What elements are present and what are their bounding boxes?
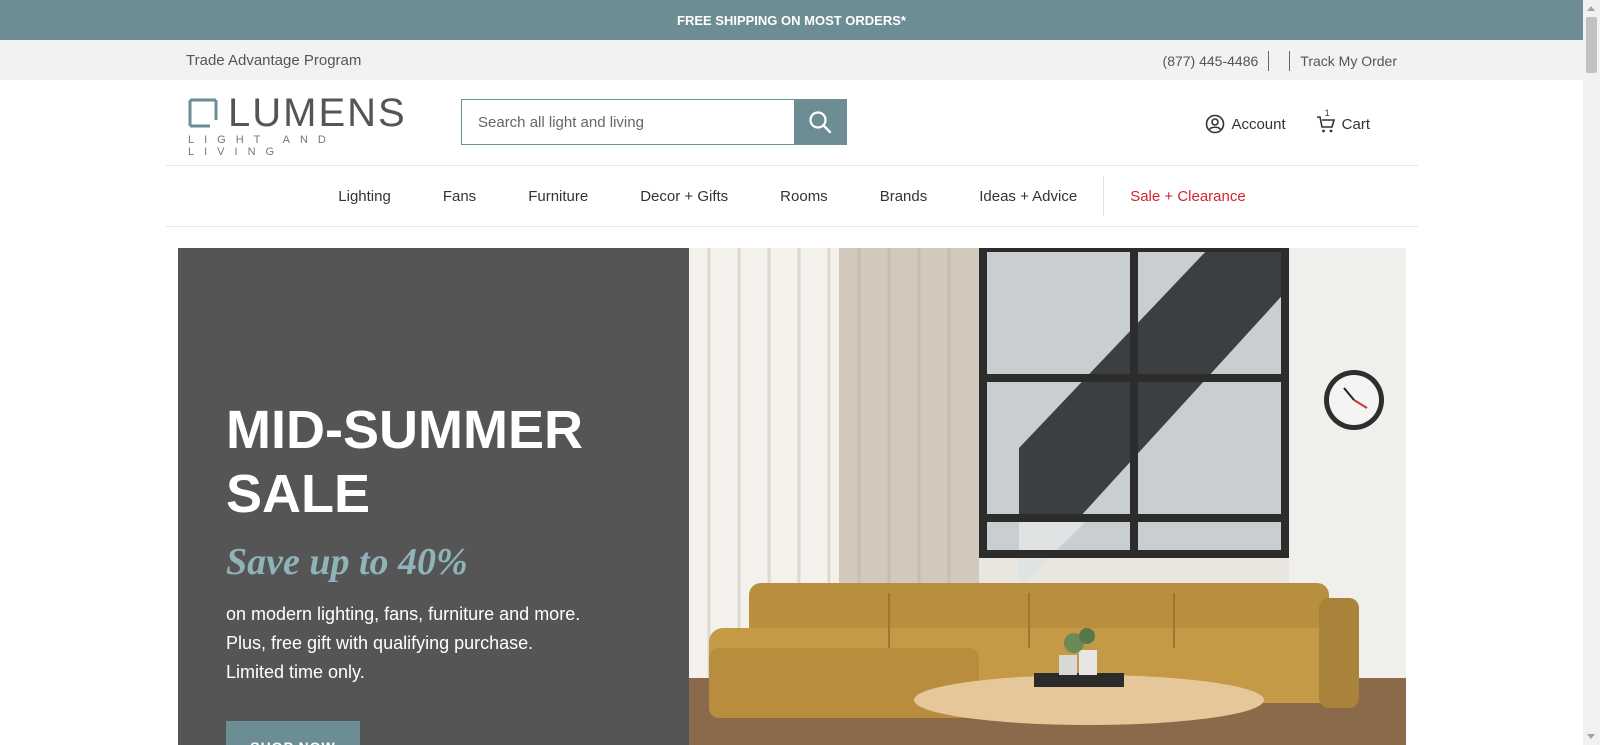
search-bar bbox=[461, 99, 847, 145]
cart-label: Cart bbox=[1341, 115, 1370, 133]
hero-body-line: on modern lighting, fans, furniture and … bbox=[226, 604, 581, 624]
scroll-thumb[interactable] bbox=[1586, 17, 1597, 73]
logo-mark-icon bbox=[188, 98, 218, 128]
account-link[interactable]: Account bbox=[1205, 114, 1286, 134]
search-button[interactable] bbox=[794, 100, 846, 144]
hero-body-line: Limited time only. bbox=[226, 662, 365, 682]
header-actions: Account 1 Cart bbox=[1205, 108, 1370, 134]
hero-body: on modern lighting, fans, furniture and … bbox=[226, 600, 666, 687]
nav-item-brands[interactable]: Brands bbox=[854, 188, 954, 205]
hero-subtitle: Save up to 40% bbox=[226, 541, 468, 583]
main-nav: Lighting Fans Furniture Decor + Gifts Ro… bbox=[166, 165, 1418, 227]
shop-now-button[interactable]: SHOP NOW bbox=[226, 721, 360, 745]
hero-body-line: Plus, free gift with qualifying purchase… bbox=[226, 633, 534, 653]
hero-title: MID-SUMMER SALE bbox=[226, 400, 583, 524]
cart-link[interactable]: 1 Cart bbox=[1316, 108, 1370, 134]
trade-program-link[interactable]: Trade Advantage Program bbox=[186, 52, 361, 69]
track-order-link[interactable]: Track My Order bbox=[1300, 53, 1397, 69]
page-scrollbar[interactable] bbox=[1583, 0, 1600, 745]
account-icon bbox=[1206, 114, 1225, 134]
logo-tagline: LIGHT AND LIVING bbox=[188, 134, 336, 158]
nav-item-furniture[interactable]: Furniture bbox=[502, 188, 614, 205]
promo-text: FREE SHIPPING ON MOST ORDERS* bbox=[677, 12, 906, 28]
logo[interactable]: LUMENS LIGHT AND LIVING bbox=[188, 91, 412, 158]
hero-text-panel: MID-SUMMER SALE Save up to 40% on modern… bbox=[178, 248, 689, 745]
hero-banner[interactable]: MID-SUMMER SALE Save up to 40% on modern… bbox=[178, 248, 1406, 745]
utility-bar: Trade Advantage Program (877) 445-4486 T… bbox=[0, 40, 1583, 80]
search-input[interactable] bbox=[462, 100, 794, 144]
account-label: Account bbox=[1231, 115, 1286, 133]
utility-right: (877) 445-4486 Track My Order bbox=[1163, 51, 1397, 71]
utility-divider bbox=[1289, 51, 1291, 71]
phone-number[interactable]: (877) 445-4486 bbox=[1163, 53, 1259, 69]
nav-item-sale-clearance[interactable]: Sale + Clearance bbox=[1104, 188, 1272, 205]
logo-wordmark: LUMENS bbox=[228, 91, 407, 135]
search-icon bbox=[809, 111, 832, 134]
scroll-down-arrow-icon[interactable] bbox=[1587, 734, 1595, 739]
nav-item-rooms[interactable]: Rooms bbox=[754, 188, 854, 205]
promo-banner[interactable]: FREE SHIPPING ON MOST ORDERS* bbox=[0, 0, 1583, 40]
cart-count: 1 bbox=[1324, 108, 1330, 118]
scroll-up-arrow-icon[interactable] bbox=[1587, 6, 1595, 11]
hero-living-room-image bbox=[689, 248, 1406, 745]
nav-item-lighting[interactable]: Lighting bbox=[312, 188, 417, 205]
nav-item-ideas-advice[interactable]: Ideas + Advice bbox=[953, 188, 1103, 205]
site-header: LUMENS LIGHT AND LIVING Account bbox=[0, 80, 1583, 165]
nav-item-fans[interactable]: Fans bbox=[417, 188, 502, 205]
nav-item-decor-gifts[interactable]: Decor + Gifts bbox=[614, 188, 754, 205]
utility-divider bbox=[1268, 51, 1270, 71]
